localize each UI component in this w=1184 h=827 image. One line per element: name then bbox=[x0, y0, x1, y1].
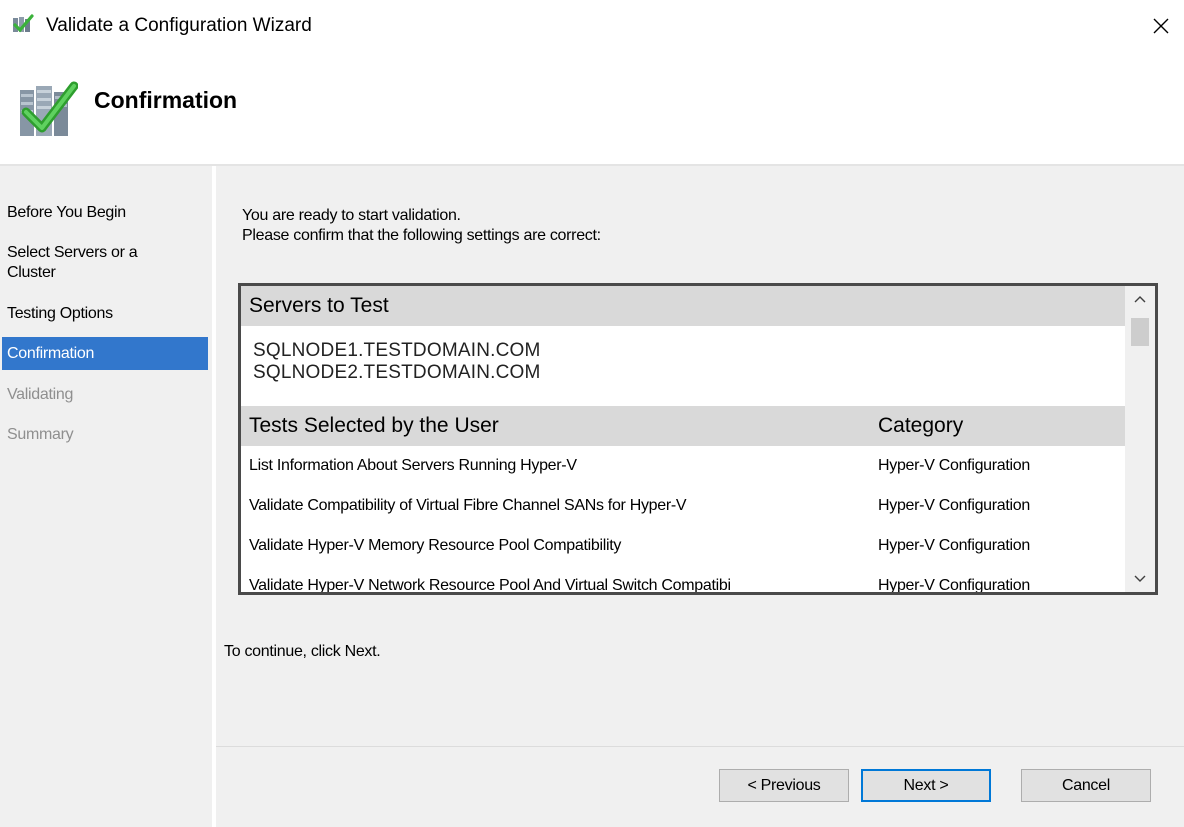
server-item: SQLNODE2.TESTDOMAIN.COM bbox=[253, 362, 541, 383]
scroll-thumb[interactable] bbox=[1131, 318, 1149, 346]
page-title: Confirmation bbox=[94, 87, 238, 113]
chevron-up-icon bbox=[1134, 296, 1146, 303]
test-name: Validate Compatibility of Virtual Fibre … bbox=[249, 497, 687, 514]
step-summary: Summary bbox=[7, 426, 74, 443]
test-row[interactable]: Validate Hyper-V Network Resource Pool A… bbox=[241, 566, 1125, 592]
step-testing-options[interactable]: Testing Options bbox=[2, 304, 208, 324]
servers-group-header: Servers to Test bbox=[241, 286, 1125, 326]
test-category: Hyper-V Configuration bbox=[878, 497, 1030, 514]
wizard-header: Confirmation bbox=[0, 52, 1184, 164]
step-confirmation[interactable]: Confirmation bbox=[2, 337, 208, 370]
chevron-down-icon bbox=[1134, 575, 1146, 582]
footer-divider bbox=[216, 746, 1184, 747]
step-validating: Validating bbox=[7, 386, 74, 403]
step-select-servers-line2: Cluster bbox=[7, 264, 56, 281]
intro-line-2: Please confirm that the following settin… bbox=[242, 227, 601, 244]
intro-line-1: You are ready to start validation. bbox=[242, 207, 461, 224]
servers-header-label: Servers to Test bbox=[249, 294, 389, 317]
tests-header-label: Tests Selected by the User bbox=[249, 414, 499, 437]
cancel-button[interactable]: Cancel bbox=[1021, 769, 1151, 802]
tests-group-header: Tests Selected by the User Category bbox=[241, 406, 1125, 446]
close-icon bbox=[1153, 18, 1169, 34]
test-category: Hyper-V Configuration bbox=[878, 457, 1030, 474]
vertical-scrollbar[interactable] bbox=[1125, 286, 1155, 592]
wizard-window: Validate a Configuration Wizard Confirma… bbox=[0, 0, 1184, 827]
step-before-you-begin[interactable]: Before You Begin bbox=[2, 203, 208, 223]
window-title: Validate a Configuration Wizard bbox=[46, 15, 312, 36]
step-select-servers-line1: Select Servers or a bbox=[7, 244, 138, 261]
settings-list[interactable]: Servers to Test SQLNODE1.TESTDOMAIN.COM … bbox=[238, 283, 1158, 595]
previous-button[interactable]: < Previous bbox=[719, 769, 849, 802]
wizard-steps-sidebar: Before You Begin Select Servers or a Clu… bbox=[0, 166, 212, 827]
test-name: Validate Hyper-V Memory Resource Pool Co… bbox=[249, 537, 622, 554]
step-select-servers[interactable]: Select Servers or a Cluster bbox=[2, 243, 208, 283]
test-name: Validate Hyper-V Network Resource Pool A… bbox=[249, 577, 731, 592]
continue-instruction: To continue, click Next. bbox=[224, 643, 381, 660]
test-category: Hyper-V Configuration bbox=[878, 537, 1030, 554]
test-row[interactable]: List Information About Servers Running H… bbox=[241, 446, 1125, 486]
intro-text: You are ready to start validation. Pleas… bbox=[242, 206, 601, 246]
title-bar: Validate a Configuration Wizard bbox=[0, 0, 1184, 52]
scroll-up-button[interactable] bbox=[1125, 286, 1155, 312]
settings-list-content: Servers to Test SQLNODE1.TESTDOMAIN.COM … bbox=[241, 286, 1125, 592]
next-button[interactable]: Next > bbox=[861, 769, 991, 802]
test-row[interactable]: Validate Hyper-V Memory Resource Pool Co… bbox=[241, 526, 1125, 566]
main-panel: You are ready to start validation. Pleas… bbox=[216, 166, 1184, 827]
scroll-down-button[interactable] bbox=[1125, 566, 1155, 592]
test-name: List Information About Servers Running H… bbox=[249, 457, 577, 474]
server-item: SQLNODE1.TESTDOMAIN.COM bbox=[253, 340, 541, 361]
cluster-wizard-icon bbox=[13, 14, 34, 33]
validation-checkmark-icon bbox=[20, 81, 78, 136]
test-category: Hyper-V Configuration bbox=[878, 577, 1030, 592]
close-button[interactable] bbox=[1138, 0, 1184, 52]
category-header-label: Category bbox=[878, 414, 964, 437]
test-row[interactable]: Validate Compatibility of Virtual Fibre … bbox=[241, 486, 1125, 526]
